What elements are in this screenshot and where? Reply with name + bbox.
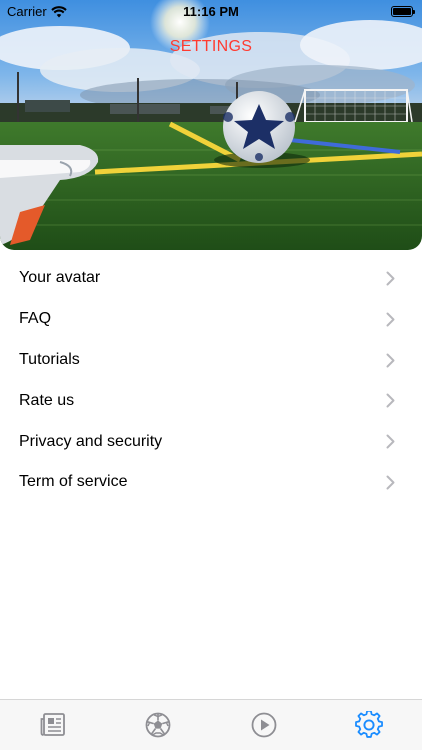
menu-item-rate-us[interactable]: Rate us [0, 380, 422, 421]
battery-icon [391, 6, 415, 17]
status-bar: Carrier 11:16 PM [0, 0, 422, 22]
tab-settings[interactable] [354, 710, 384, 740]
news-icon [40, 713, 65, 736]
menu-item-term-of-service[interactable]: Term of service [0, 462, 422, 503]
tab-news[interactable] [38, 710, 68, 740]
chevron-right-icon [386, 271, 395, 286]
chevron-right-icon [386, 475, 395, 490]
tab-videos[interactable] [249, 710, 279, 740]
gear-icon [355, 711, 383, 738]
soccer-ball-icon [145, 712, 171, 738]
menu-item-label: Privacy and security [19, 432, 163, 450]
menu-item-label: Rate us [19, 391, 75, 409]
tab-soccer[interactable] [143, 710, 173, 740]
chevron-right-icon [386, 393, 395, 408]
settings-menu: Your avatar FAQ Tutorials Rate us Privac… [0, 258, 422, 503]
tab-bar [0, 699, 422, 750]
menu-item-label: Tutorials [19, 350, 80, 368]
menu-item-label: FAQ [19, 310, 52, 328]
menu-item-label: Term of service [19, 473, 128, 491]
menu-item-label: Your avatar [19, 269, 101, 287]
menu-item-your-avatar[interactable]: Your avatar [0, 258, 422, 299]
chevron-right-icon [386, 353, 395, 368]
menu-item-faq[interactable]: FAQ [0, 299, 422, 340]
chevron-right-icon [386, 434, 395, 449]
page-title: SETTINGS [169, 38, 253, 55]
status-time: 11:16 PM [183, 4, 239, 19]
play-icon [251, 712, 277, 738]
menu-item-privacy-and-security[interactable]: Privacy and security [0, 421, 422, 462]
menu-item-tutorials[interactable]: Tutorials [0, 340, 422, 381]
chevron-right-icon [386, 312, 395, 327]
